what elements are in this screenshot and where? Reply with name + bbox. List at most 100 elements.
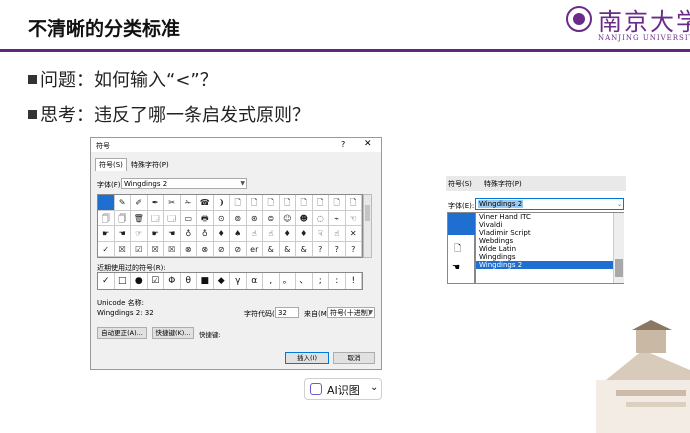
symbol-cell[interactable]: ◌: [312, 210, 329, 226]
symbol-cell[interactable]: 🗋: [279, 195, 296, 211]
font-option[interactable]: Wingdings 2: [476, 261, 623, 269]
symbol-cell[interactable]: ✎: [114, 195, 131, 211]
symbol-cell[interactable]: ☚: [114, 226, 131, 242]
symbol-cell[interactable]: ☒: [164, 241, 181, 257]
font-option[interactable]: Webdings: [476, 237, 623, 245]
from-select[interactable]: 符号(十进制) ▼: [327, 307, 375, 318]
symbol-cell[interactable]: ⊘: [230, 241, 247, 257]
symbol-grid[interactable]: ✎ ✐ ✒ ✂ ✁ ☎ ❩ 🗋 🗋 🗋 🗋 🗋 🗋 🗋 🗋 🗍 🗍 🗑 🗔 🗔 ▭ 🖶 ⊙ ⊚ ⊛ ⊜ ☺ ☻ ◌ ⌁ ☜ ☛ ☚ ☞ ☛ ☚ ♁ ♁ ♦ ♠…: [97, 194, 363, 258]
font-option[interactable]: Vivaldi: [476, 221, 623, 229]
symbol-cell[interactable]: ?: [329, 241, 346, 257]
font-option[interactable]: Wide Latin: [476, 245, 623, 253]
symbol-cell[interactable]: ☎: [197, 195, 214, 211]
grid-scrollbar[interactable]: [363, 194, 372, 258]
symbol-cell[interactable]: ⊙: [213, 210, 230, 226]
recent-symbol-cell[interactable]: ,: [263, 273, 280, 289]
symbol-cell[interactable]: ✒: [147, 195, 164, 211]
symbol-cell[interactable]: 🗔: [147, 210, 164, 226]
symbol-cell[interactable]: ☚: [164, 226, 181, 242]
symbol-cell[interactable]: ⊗: [197, 241, 214, 257]
symbol-cell[interactable]: 🗍: [114, 210, 131, 226]
symbol-cell[interactable]: ♁: [197, 226, 214, 242]
symbol-cell[interactable]: 🗍: [98, 210, 115, 226]
cancel-button[interactable]: 取消: [333, 352, 375, 364]
symbol-cell[interactable]: ▭: [180, 210, 197, 226]
symbol-cell[interactable]: &: [296, 241, 313, 257]
char-code-input[interactable]: 32: [275, 307, 299, 318]
symbol-cell[interactable]: ♦: [296, 226, 313, 242]
shortcut-key-button[interactable]: 快捷键(K)...: [152, 327, 194, 339]
insert-button[interactable]: 插入(I): [285, 352, 329, 364]
symbol-cell[interactable]: ☝: [263, 226, 280, 242]
recent-symbol-cell[interactable]: ✓: [98, 273, 115, 289]
symbol-cell[interactable]: ☑: [131, 241, 148, 257]
panel-font-select[interactable]: Wingdings 2 ⌄: [475, 198, 624, 210]
symbol-cell[interactable]: &: [279, 241, 296, 257]
symbol-cell[interactable]: ☒: [147, 241, 164, 257]
recent-symbol-cell[interactable]: γ: [230, 273, 247, 289]
autocorrect-button[interactable]: 自动更正(A)...: [97, 327, 147, 339]
symbol-cell[interactable]: [98, 195, 115, 211]
symbol-cell[interactable]: ☒: [114, 241, 131, 257]
symbol-cell[interactable]: ☺: [279, 210, 296, 226]
symbol-cell[interactable]: ✕: [345, 226, 362, 242]
symbol-cell[interactable]: ❩: [213, 195, 230, 211]
font-select[interactable]: Wingdings 2 ▼: [121, 178, 247, 189]
tab-special-chars[interactable]: 特殊字符(P): [131, 160, 169, 170]
recent-symbol-cell[interactable]: α: [247, 273, 263, 289]
symbol-cell[interactable]: 🗋: [312, 195, 329, 211]
symbol-cell[interactable]: &: [263, 241, 280, 257]
symbol-cell[interactable]: ⊘: [213, 241, 230, 257]
symbol-cell[interactable]: ☜: [345, 210, 362, 226]
symbol-cell[interactable]: ☛: [147, 226, 164, 242]
symbol-cell[interactable]: 🗋: [246, 195, 263, 211]
symbol-cell[interactable]: ⌁: [329, 210, 346, 226]
recent-symbol-cell[interactable]: θ: [181, 273, 197, 289]
recent-symbol-cell[interactable]: ■: [197, 273, 214, 289]
symbol-cell[interactable]: ⊚: [230, 210, 247, 226]
panel-tab-symbols[interactable]: 符号(S): [448, 179, 472, 189]
recent-symbol-cell[interactable]: ;: [313, 273, 329, 289]
recent-symbol-cell[interactable]: :: [329, 273, 346, 289]
recent-symbols[interactable]: ✓ □ ● ☑ Φθ ■ ◆ γ α,。、;:!: [97, 272, 363, 290]
symbol-cell[interactable]: 🗋: [345, 195, 362, 211]
symbol-cell[interactable]: 🗋: [329, 195, 346, 211]
symbol-cell[interactable]: ♁: [180, 226, 197, 242]
symbol-cell[interactable]: ♦: [279, 226, 296, 242]
tab-symbols[interactable]: 符号(S): [95, 158, 127, 171]
symbol-cell[interactable]: ☝: [329, 226, 346, 242]
help-button[interactable]: ?: [341, 140, 345, 149]
symbol-cell[interactable]: ♠: [230, 226, 247, 242]
close-button[interactable]: ✕: [364, 139, 372, 149]
symbol-cell[interactable]: 🗋: [296, 195, 313, 211]
symbol-cell[interactable]: ✁: [180, 195, 197, 211]
font-option[interactable]: Vladimir Script: [476, 229, 623, 237]
symbol-cell[interactable]: ☝: [246, 226, 263, 242]
symbol-cell[interactable]: er: [246, 241, 263, 257]
recent-symbol-cell[interactable]: □: [115, 273, 131, 289]
symbol-cell[interactable]: ☛: [98, 226, 115, 242]
symbol-cell[interactable]: ?: [312, 241, 329, 257]
recent-symbol-cell[interactable]: ●: [131, 273, 148, 289]
symbol-cell[interactable]: 🖶: [197, 210, 214, 226]
ai-image-recognition-button[interactable]: AI识图 ⌄: [304, 378, 382, 400]
symbol-cell[interactable]: 🗋: [230, 195, 247, 211]
font-option[interactable]: Viner Hand ITC: [476, 213, 623, 221]
symbol-cell[interactable]: ✂: [164, 195, 181, 211]
chevron-down-icon[interactable]: ⌄: [370, 382, 378, 393]
symbol-cell[interactable]: ☞: [131, 226, 148, 242]
symbol-cell[interactable]: ?: [345, 241, 362, 257]
font-dropdown-list[interactable]: Viner Hand ITC Vivaldi Vladimir Script Webd…: [475, 212, 624, 284]
symbol-cell[interactable]: ☟: [312, 226, 329, 242]
symbol-cell[interactable]: 🗔: [164, 210, 181, 226]
symbol-cell[interactable]: ♦: [213, 226, 230, 242]
symbol-cell[interactable]: ⊜: [263, 210, 280, 226]
font-option[interactable]: Wingdings: [476, 253, 623, 261]
panel-tab-special[interactable]: 特殊字符(P): [484, 179, 522, 189]
recent-symbol-cell[interactable]: ◆: [214, 273, 230, 289]
recent-symbol-cell[interactable]: 、: [296, 273, 313, 289]
recent-symbol-cell[interactable]: ☑: [148, 273, 164, 289]
symbol-cell[interactable]: 🗋: [263, 195, 280, 211]
symbol-cell[interactable]: 🗑: [131, 210, 148, 226]
symbol-cell[interactable]: ☻: [296, 210, 313, 226]
